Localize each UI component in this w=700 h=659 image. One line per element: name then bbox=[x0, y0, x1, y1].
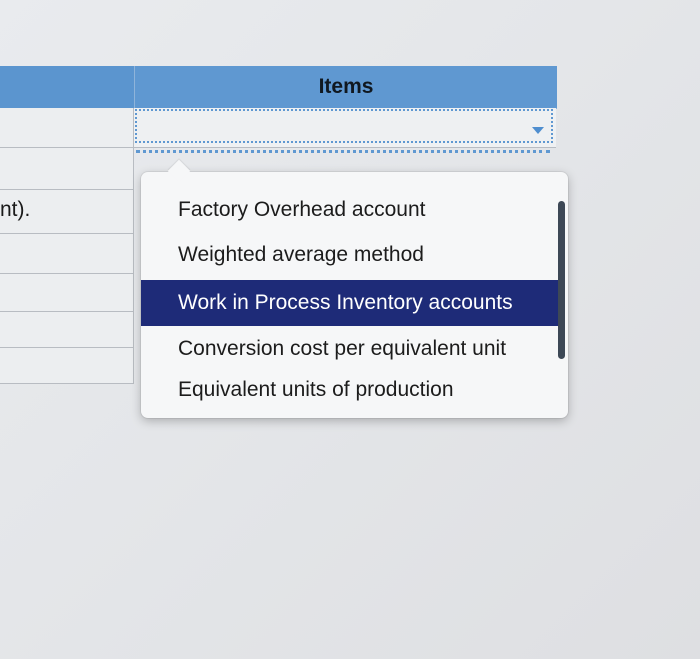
items-select[interactable] bbox=[135, 109, 553, 143]
dropdown-option[interactable]: Equivalent units of production bbox=[141, 368, 559, 412]
left-cell-row-4 bbox=[0, 234, 134, 274]
dropdown-option-selected[interactable]: Work in Process Inventory accounts bbox=[141, 280, 559, 326]
dropdown-option[interactable]: Conversion cost per equivalent unit bbox=[141, 327, 559, 371]
items-header-label: Items bbox=[318, 75, 374, 98]
left-cell-row-3: nt). bbox=[0, 190, 134, 234]
row-text-fragment: nt). bbox=[0, 198, 31, 221]
dropdown-scrollbar[interactable] bbox=[558, 201, 565, 359]
chevron-down-icon[interactable] bbox=[529, 121, 547, 139]
focus-dotted-border bbox=[136, 150, 550, 153]
items-select-cell bbox=[134, 108, 556, 148]
left-cell-row-6 bbox=[0, 312, 134, 348]
dropdown-menu: Factory Overhead account Weighted averag… bbox=[141, 159, 568, 418]
left-cell-row-2 bbox=[0, 148, 134, 190]
popup-pointer bbox=[167, 159, 191, 183]
left-cell-row-5 bbox=[0, 274, 134, 312]
left-cell-row-7 bbox=[0, 348, 134, 384]
header-left-cell bbox=[0, 66, 134, 109]
items-column-header: Items bbox=[134, 66, 557, 109]
dropdown-option[interactable]: Weighted average method bbox=[141, 233, 559, 277]
left-cell-row-1 bbox=[0, 108, 134, 148]
dropdown-option[interactable]: Factory Overhead account bbox=[141, 188, 559, 232]
